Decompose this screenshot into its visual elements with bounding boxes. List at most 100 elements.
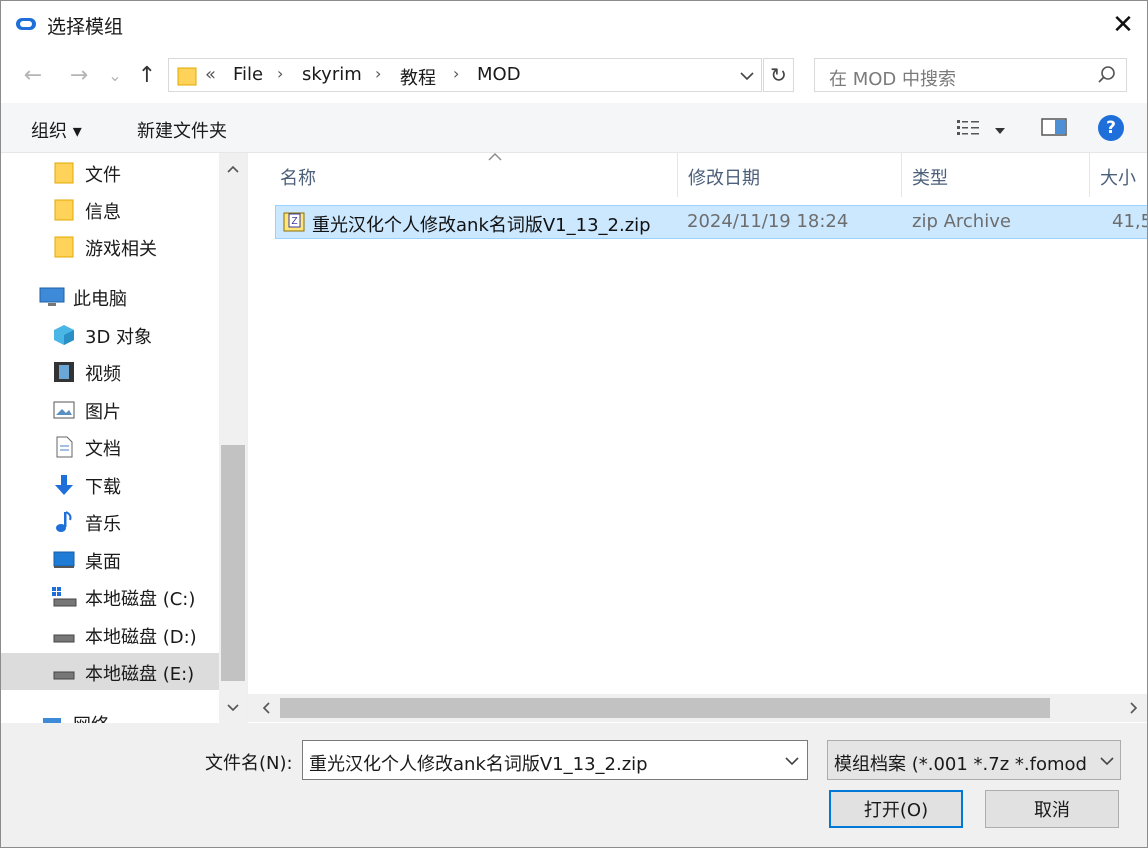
- close-button[interactable]: ✕: [1099, 1, 1147, 49]
- file-name: 重光汉化个人修改ank名词版V1_13_2.zip: [312, 215, 651, 236]
- cancel-button[interactable]: 取消: [985, 790, 1119, 828]
- folder-icon: [54, 236, 74, 258]
- sidebar-item-label: 桌面: [85, 552, 121, 573]
- sidebar-item-drive-e[interactable]: 本地磁盘 (E:): [1, 653, 219, 690]
- up-button[interactable]: ↑: [133, 59, 161, 91]
- computer-icon: [39, 287, 65, 306]
- sidebar-item-label: 本地磁盘 (E:): [85, 664, 195, 685]
- drive-icon: [53, 634, 75, 643]
- filter-value: 模组档案 (*.001 *.7z *.fomod: [834, 754, 1087, 775]
- chevron-down-icon: [1100, 757, 1114, 766]
- sidebar-item-videos[interactable]: 视频: [1, 353, 219, 390]
- close-icon: ✕: [1112, 10, 1134, 40]
- sidebar-item-documents[interactable]: 文档: [1, 428, 219, 465]
- zip-archive-icon: Z: [283, 212, 305, 232]
- breadcrumb-mod[interactable]: MOD: [477, 64, 521, 85]
- column-header-name[interactable]: 名称: [270, 153, 678, 197]
- sidebar-item-info[interactable]: 信息: [1, 191, 219, 228]
- sidebar-item-label: 图片: [85, 402, 121, 423]
- sidebar-item-network[interactable]: 网络: [1, 704, 219, 723]
- desktop-icon: [53, 551, 75, 568]
- film-icon: [54, 362, 74, 382]
- file-type-filter[interactable]: 模组档案 (*.001 *.7z *.fomod: [827, 740, 1121, 780]
- open-button[interactable]: 打开(O): [829, 790, 963, 828]
- file-modified: 2024/11/19 18:24: [687, 211, 849, 232]
- scroll-up-button[interactable]: [219, 155, 247, 183]
- scroll-right-button[interactable]: [1120, 694, 1147, 722]
- navigation-bar: ← → ⌄ ↑ « File › skyrim › 教程 › MOD ↻ 在 M…: [1, 49, 1147, 103]
- scroll-down-button[interactable]: [219, 694, 247, 722]
- sidebar-item-label: 本地磁盘 (C:): [85, 589, 196, 610]
- search-box[interactable]: 在 MOD 中搜索: [814, 58, 1127, 92]
- svg-text:Z: Z: [291, 216, 297, 227]
- chevron-left-icon: [262, 702, 270, 714]
- column-header-size[interactable]: 大小: [1090, 153, 1147, 197]
- horizontal-scrollbar[interactable]: [248, 694, 1147, 722]
- organize-menu[interactable]: 组织 ▾: [31, 117, 82, 143]
- breadcrumb-separator[interactable]: ›: [277, 64, 283, 83]
- breadcrumb-separator[interactable]: ›: [375, 64, 381, 83]
- music-note-icon: [56, 511, 72, 532]
- breadcrumb-skyrim[interactable]: skyrim: [302, 64, 362, 85]
- cancel-button-label: 取消: [1034, 800, 1070, 821]
- network-icon: [43, 718, 61, 723]
- sidebar-item-this-pc[interactable]: 此电脑: [1, 278, 219, 315]
- sidebar-item-pictures[interactable]: 图片: [1, 391, 219, 428]
- sidebar-item-label: 信息: [85, 202, 121, 223]
- sidebar-item-label: 音乐: [85, 514, 121, 535]
- address-dropdown-button[interactable]: [735, 66, 759, 86]
- open-button-label: 打开(O): [863, 800, 929, 821]
- sidebar-item-drive-d[interactable]: 本地磁盘 (D:): [1, 616, 219, 653]
- file-row[interactable]: Z 重光汉化个人修改ank名词版V1_13_2.zip 2024/11/19 1…: [275, 205, 1147, 239]
- back-button[interactable]: ←: [19, 59, 47, 91]
- sidebar-item-music[interactable]: 音乐: [1, 503, 219, 540]
- scrollbar-thumb[interactable]: [280, 698, 1050, 718]
- sidebar-item-downloads[interactable]: 下载: [1, 466, 219, 503]
- view-dropdown-button[interactable]: [993, 120, 1013, 136]
- sidebar-item-games[interactable]: 游戏相关: [1, 228, 219, 265]
- drive-icon: [53, 671, 75, 680]
- sidebar-item-label: 文档: [85, 439, 121, 460]
- sidebar-item-desktop[interactable]: 桌面: [1, 541, 219, 578]
- filename-input[interactable]: 重光汉化个人修改ank名词版V1_13_2.zip: [302, 740, 808, 780]
- sidebar-item-drive-c[interactable]: 本地磁盘 (C:): [1, 578, 219, 615]
- refresh-button[interactable]: ↻: [763, 58, 794, 92]
- chevron-down-icon[interactable]: [785, 756, 799, 766]
- scroll-left-button[interactable]: [252, 694, 280, 722]
- sidebar-item-files[interactable]: 文件: [1, 154, 219, 191]
- document-icon: [56, 436, 73, 458]
- filename-label: 文件名(N):: [205, 753, 293, 774]
- view-options-button[interactable]: [956, 118, 986, 138]
- column-header-modified[interactable]: 修改日期: [678, 153, 902, 197]
- scrollbar-thumb[interactable]: [221, 445, 245, 681]
- preview-pane-button[interactable]: [1041, 117, 1069, 139]
- chevron-down-icon: [740, 72, 754, 81]
- column-header-type[interactable]: 类型: [902, 153, 1090, 197]
- sidebar-item-label: 3D 对象: [85, 327, 153, 348]
- breadcrumb-tutorial[interactable]: 教程: [400, 64, 436, 90]
- refresh-icon: ↻: [770, 63, 787, 87]
- breadcrumb-overflow[interactable]: «: [205, 64, 216, 85]
- folder-icon: [54, 162, 74, 184]
- column-label: 类型: [912, 168, 948, 189]
- breadcrumb-file[interactable]: File: [233, 64, 263, 85]
- dialog-footer: 文件名(N): 重光汉化个人修改ank名词版V1_13_2.zip 模组档案 (…: [1, 723, 1147, 847]
- forward-arrow-icon: →: [69, 62, 89, 88]
- forward-button[interactable]: →: [65, 59, 93, 91]
- chevron-down-icon: ⌄: [108, 65, 122, 85]
- search-placeholder: 在 MOD 中搜索: [829, 69, 957, 90]
- help-button[interactable]: ?: [1098, 115, 1124, 141]
- sidebar-item-3d-objects[interactable]: 3D 对象: [1, 316, 219, 353]
- chevron-down-icon: [227, 704, 239, 712]
- column-label: 大小: [1100, 168, 1136, 189]
- column-label: 修改日期: [688, 168, 760, 189]
- recent-locations-button[interactable]: ⌄: [105, 59, 125, 91]
- sort-ascending-icon: [488, 153, 502, 161]
- breadcrumb-separator[interactable]: ›: [453, 64, 459, 83]
- dialog-title: 选择模组: [47, 16, 124, 38]
- new-folder-button[interactable]: 新建文件夹: [137, 117, 227, 143]
- sidebar-item-label: 本地磁盘 (D:): [85, 627, 197, 648]
- address-bar[interactable]: « File › skyrim › 教程 › MOD: [168, 58, 762, 92]
- sidebar-scrollbar[interactable]: [219, 153, 247, 723]
- sidebar-item-label: 文件: [85, 165, 121, 186]
